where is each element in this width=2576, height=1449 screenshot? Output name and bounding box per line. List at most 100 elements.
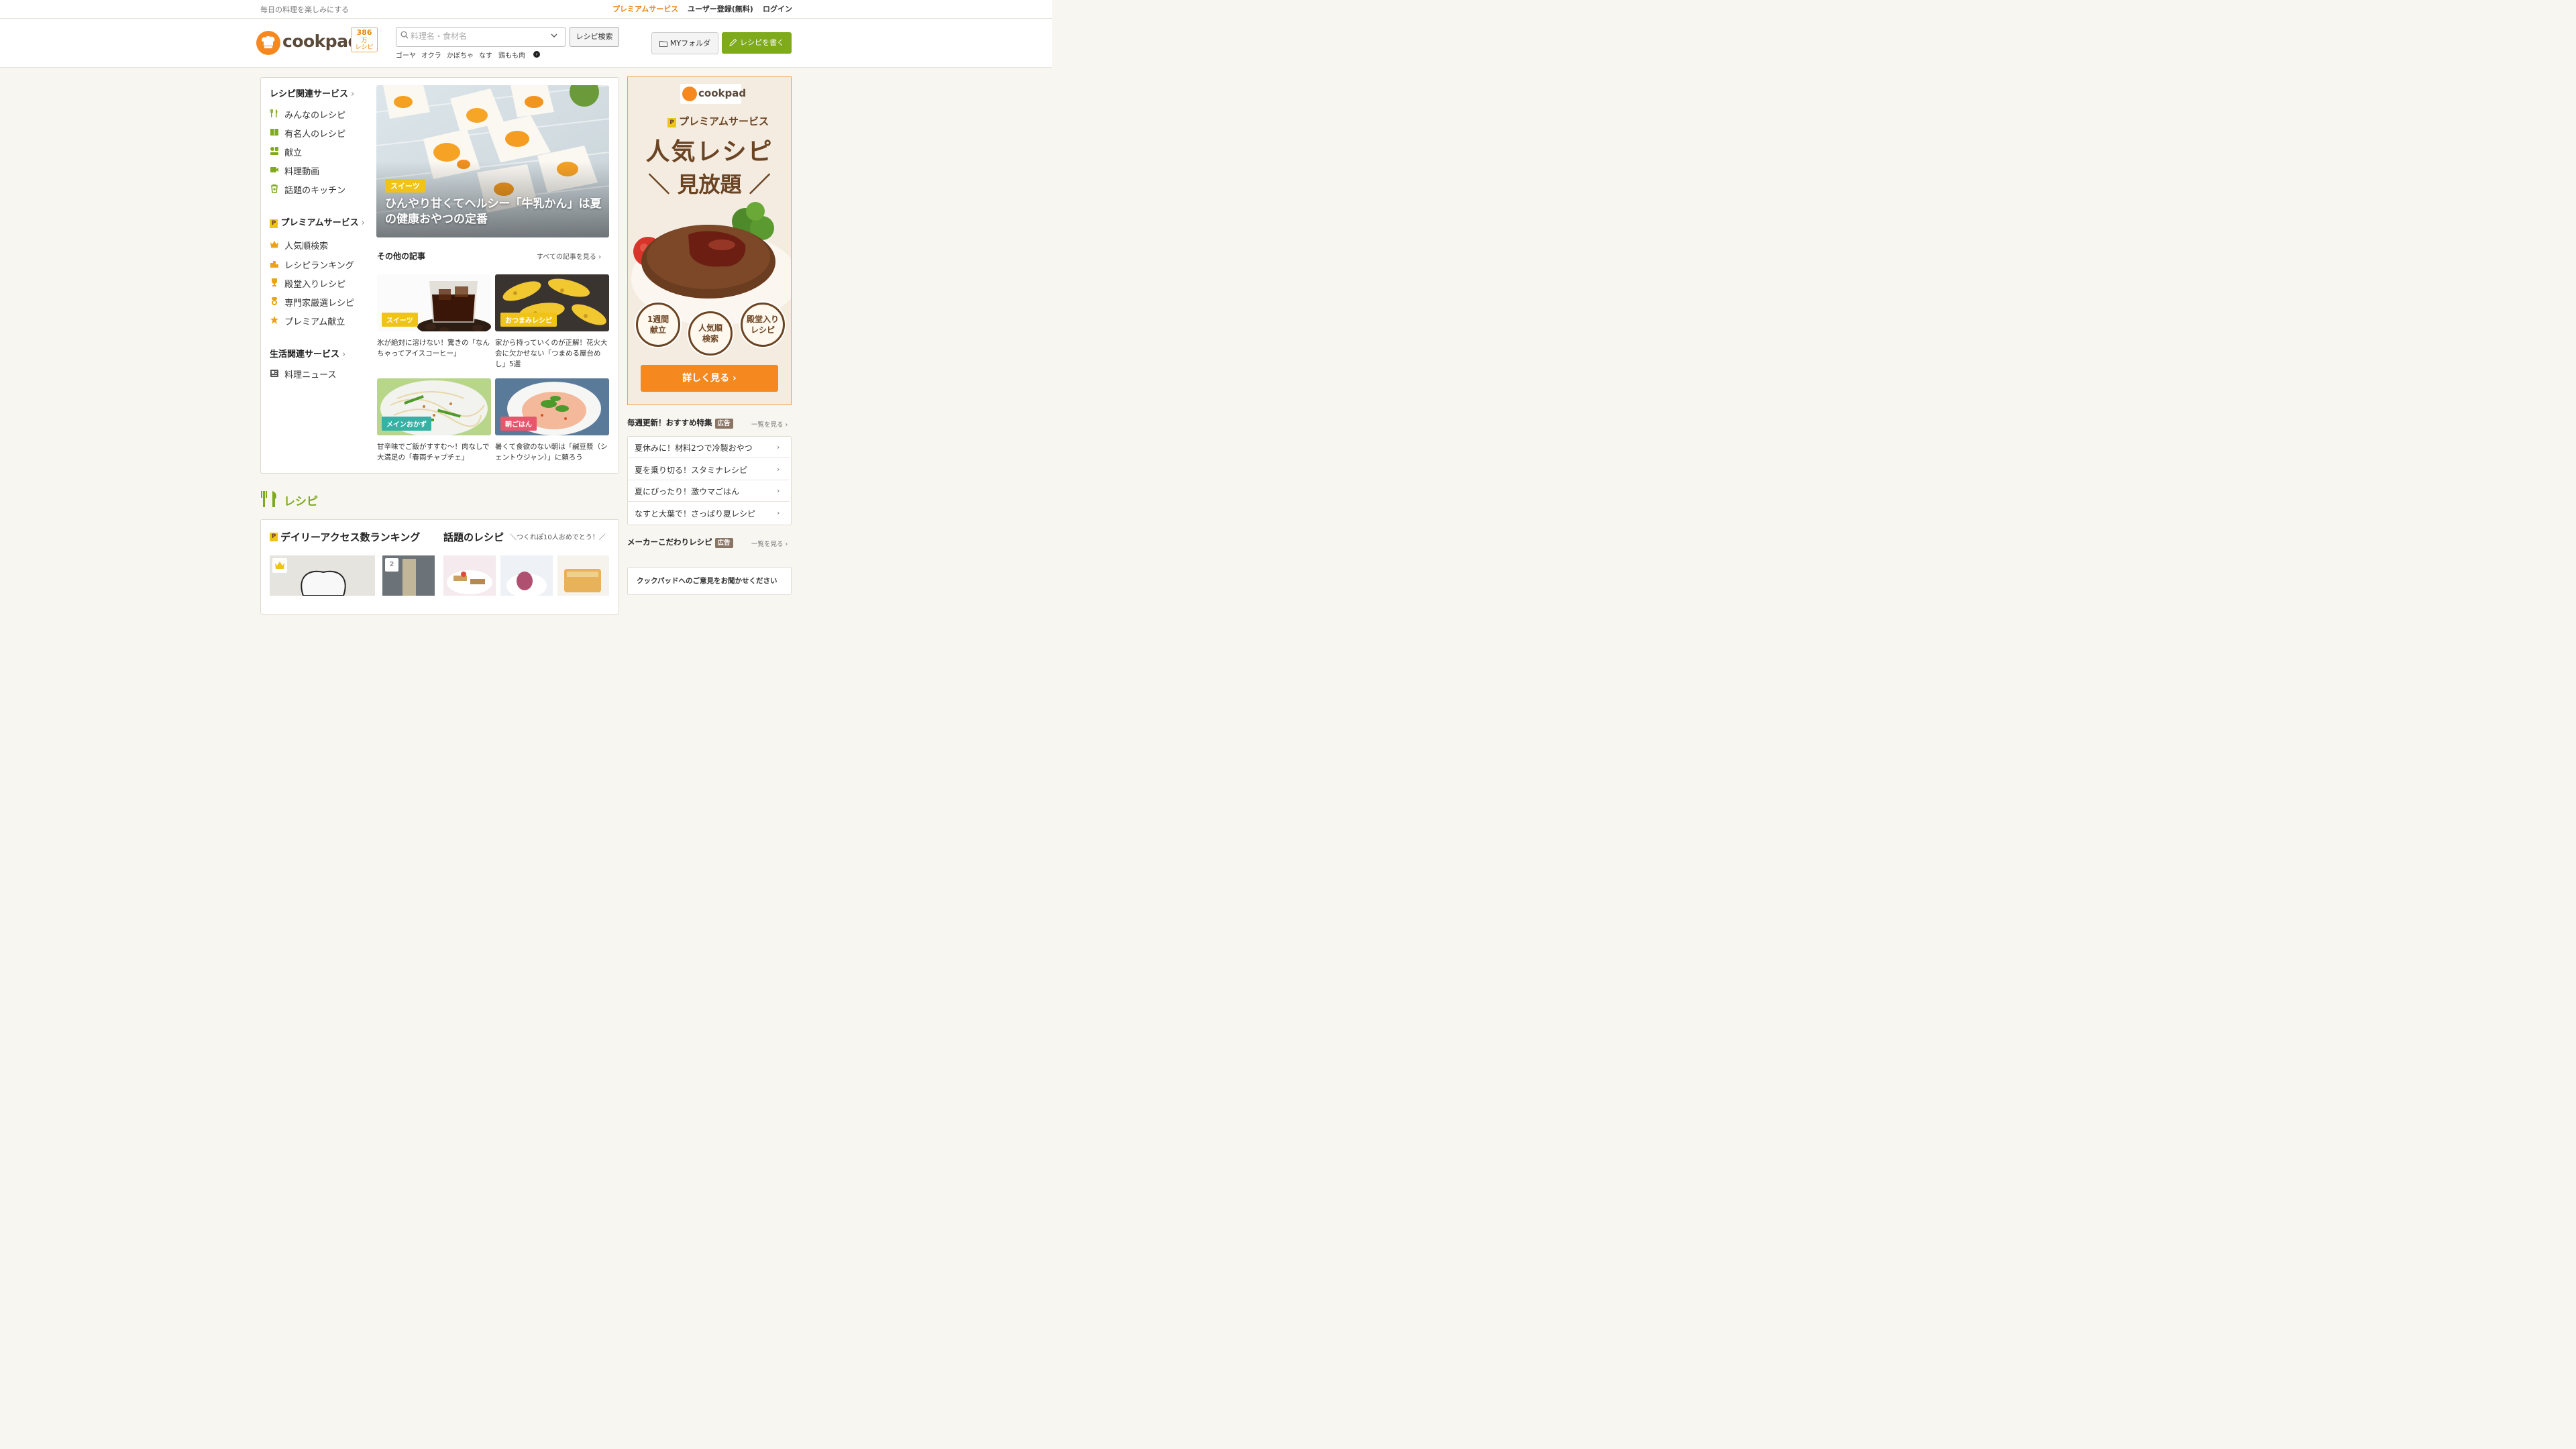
maker-more-link[interactable]: 一覧を見る ›	[751, 539, 788, 548]
maker-recipes-title: メーカーこだわりレシピ 広告	[627, 537, 733, 548]
ad-feature-bubble: 殿堂入り レシピ	[741, 303, 785, 347]
article-title[interactable]: 氷が絶対に溶けない！驚きの「なんちゃってアイスコーヒー」	[377, 337, 492, 359]
recipe-services-title[interactable]: レシピ関連サービス ›	[270, 87, 354, 99]
sidebar-item-expert-recipes[interactable]: 専門家厳選レシピ	[270, 296, 354, 309]
sidebar-item-premium-menu[interactable]: プレミアム献立	[270, 315, 345, 327]
ad-headline-sub: ＼ 見放題 ／	[648, 172, 771, 197]
recipe-thumbnail[interactable]	[557, 555, 609, 596]
premium-menu-icon	[270, 315, 279, 325]
site-tagline: 毎日の料理を楽しみにする	[260, 5, 350, 14]
chevron-right-icon: ›	[777, 465, 780, 474]
keyword-link[interactable]: かぼちゃ	[447, 50, 474, 60]
ad-details-button[interactable]: 詳しく見る ›	[641, 365, 778, 392]
video-icon	[270, 165, 279, 174]
keyword-link[interactable]: ゴーヤ	[396, 50, 416, 60]
recipe-thumbnail[interactable]	[500, 555, 553, 596]
folder-icon	[659, 34, 667, 55]
all-articles-link[interactable]: すべての記事を見る ›	[537, 251, 601, 261]
recipe-thumbnail[interactable]	[443, 555, 496, 596]
weekly-feature-item[interactable]: 夏を乗り切る！スタミナレシピ	[635, 464, 747, 476]
sidebar-item-recipe-ranking[interactable]: レシピランキング	[270, 258, 354, 271]
article-category-tag: おつまみレシピ	[500, 313, 557, 327]
keyword-link[interactable]: 鶏もも肉	[498, 50, 525, 60]
premium-service-link[interactable]: プレミアムサービス	[612, 3, 678, 14]
write-recipe-button[interactable]: レシピを書く	[722, 32, 792, 54]
hero-article-title[interactable]: ひんやり甘くてヘルシー「牛乳かん」は夏の健康おやつの定番	[385, 197, 603, 227]
search-icon	[400, 31, 409, 41]
ad-logo-text: cookpad	[698, 87, 747, 99]
weekly-feature-title: 毎週更新！おすすめ特集 広告	[627, 417, 733, 429]
search-input[interactable]	[411, 28, 545, 45]
premium-p-icon: P	[270, 533, 278, 541]
rank-2-badge: 2	[385, 558, 398, 572]
trending-recipes-title[interactable]: 話題のレシピ	[443, 530, 504, 544]
sidebar-item-popular-search[interactable]: 人気順検索	[270, 239, 328, 252]
ad-premium-title: P プレミアムサービス	[667, 114, 769, 128]
my-folder-button[interactable]: MYフォルダ	[651, 32, 718, 54]
weekly-more-link[interactable]: 一覧を見る ›	[751, 419, 788, 429]
premium-p-icon: P	[270, 219, 278, 228]
divider	[628, 501, 790, 502]
recipe-count-badge: 386 万 レシピ	[351, 27, 378, 52]
feedback-text[interactable]: クックパッドへのご意見をお聞かせください	[637, 576, 777, 586]
top-bar	[0, 0, 1052, 19]
sidebar-item-celebrity-recipes[interactable]: 有名人のレシピ	[270, 127, 345, 140]
sidebar-item-everyone-recipes[interactable]: みんなのレシピ	[270, 108, 345, 121]
ad-headline: 人気レシピ	[645, 138, 773, 166]
rank-1-badge	[272, 558, 287, 573]
sidebar-item-hall-of-fame[interactable]: 殿堂入りレシピ	[270, 277, 345, 290]
trending-subtitle: ＼つくれぽ10人おめでとう！／	[510, 534, 606, 541]
weekly-feature-item[interactable]: なすと大葉で！さっぱり夏レシピ	[635, 508, 755, 519]
keyword-link[interactable]: なす	[479, 50, 492, 60]
book-icon	[270, 127, 279, 137]
premium-p-icon: P	[667, 118, 676, 127]
keyword-link[interactable]: オクラ	[421, 50, 441, 60]
chevron-down-icon[interactable]	[551, 32, 557, 40]
login-link[interactable]: ログイン	[763, 3, 792, 14]
my-folder-label: MYフォルダ	[669, 39, 711, 48]
chevron-right-icon: ›	[777, 443, 780, 451]
more-keywords-icon[interactable]: ›	[533, 51, 540, 58]
kitchen-icon	[270, 184, 279, 193]
weekly-feature-item[interactable]: 夏休みに！材料2つで冷製おやつ	[635, 442, 753, 453]
sidebar-item-menu[interactable]: 献立	[270, 146, 302, 158]
sidebar-item-trending-kitchen[interactable]: 話題のキッチン	[270, 183, 345, 196]
chevron-right-icon: ›	[777, 486, 780, 495]
article-category-tag: 朝ごはん	[500, 417, 537, 431]
other-articles-title: その他の記事	[377, 252, 426, 261]
daily-ranking-title[interactable]: デイリーアクセス数ランキング	[280, 530, 420, 544]
ad-feature-bubble: 1週間 献立	[636, 303, 680, 347]
fork-knife-icon	[260, 490, 279, 511]
write-recipe-label: レシピを書く	[740, 38, 784, 47]
recipe-count-unit: 万	[361, 38, 368, 44]
sidebar-item-cooking-news[interactable]: 料理ニュース	[270, 368, 337, 380]
register-link[interactable]: ユーザー登録(無料)	[688, 3, 753, 14]
ad-feature-bubble: 人気順 検索	[688, 311, 733, 356]
crown-icon	[270, 239, 279, 249]
recipe-count-label: レシピ	[355, 44, 374, 51]
recipe-count-number: 386	[356, 28, 372, 37]
premium-services-title[interactable]: P プレミアムサービス ›	[270, 215, 365, 228]
article-title[interactable]: 甘辛味でご飯がすすむ〜！肉なしで大満足の「春雨チャプチェ」	[377, 441, 492, 463]
article-category-tag: メインおかず	[382, 417, 431, 431]
menu-plate-icon	[270, 146, 279, 156]
chevron-right-icon: ›	[777, 508, 780, 517]
ranking-icon	[270, 259, 279, 268]
sidebar-item-cooking-video[interactable]: 料理動画	[270, 164, 319, 177]
hero-category-tag: スイーツ	[385, 179, 425, 193]
news-icon	[270, 368, 279, 378]
cookpad-logo-icon[interactable]	[256, 31, 280, 55]
article-category-tag: スイーツ	[382, 313, 418, 327]
cookpad-logo-icon	[682, 87, 697, 101]
cookpad-logo-text[interactable]: cookpad	[282, 32, 360, 51]
life-services-title[interactable]: 生活関連サービス ›	[270, 347, 345, 360]
recipe-section-title: レシピ	[284, 495, 318, 508]
trophy-icon	[270, 278, 279, 287]
ad-label-badge: 広告	[714, 419, 733, 429]
recipe-search-button[interactable]: レシピ検索	[570, 27, 619, 47]
expert-icon	[270, 297, 279, 306]
weekly-feature-item[interactable]: 夏にぴったり！激ウマごはん	[635, 486, 739, 497]
article-title[interactable]: 暑くて食欲のない朝は「鹹豆漿（シェントウジャン）」に頼ろう	[495, 441, 610, 463]
ad-cookpad-logo: cookpad	[680, 84, 746, 104]
article-title[interactable]: 家から持っていくのが正解！花火大会に欠かせない「つまめる屋台めし」5選	[495, 337, 610, 370]
